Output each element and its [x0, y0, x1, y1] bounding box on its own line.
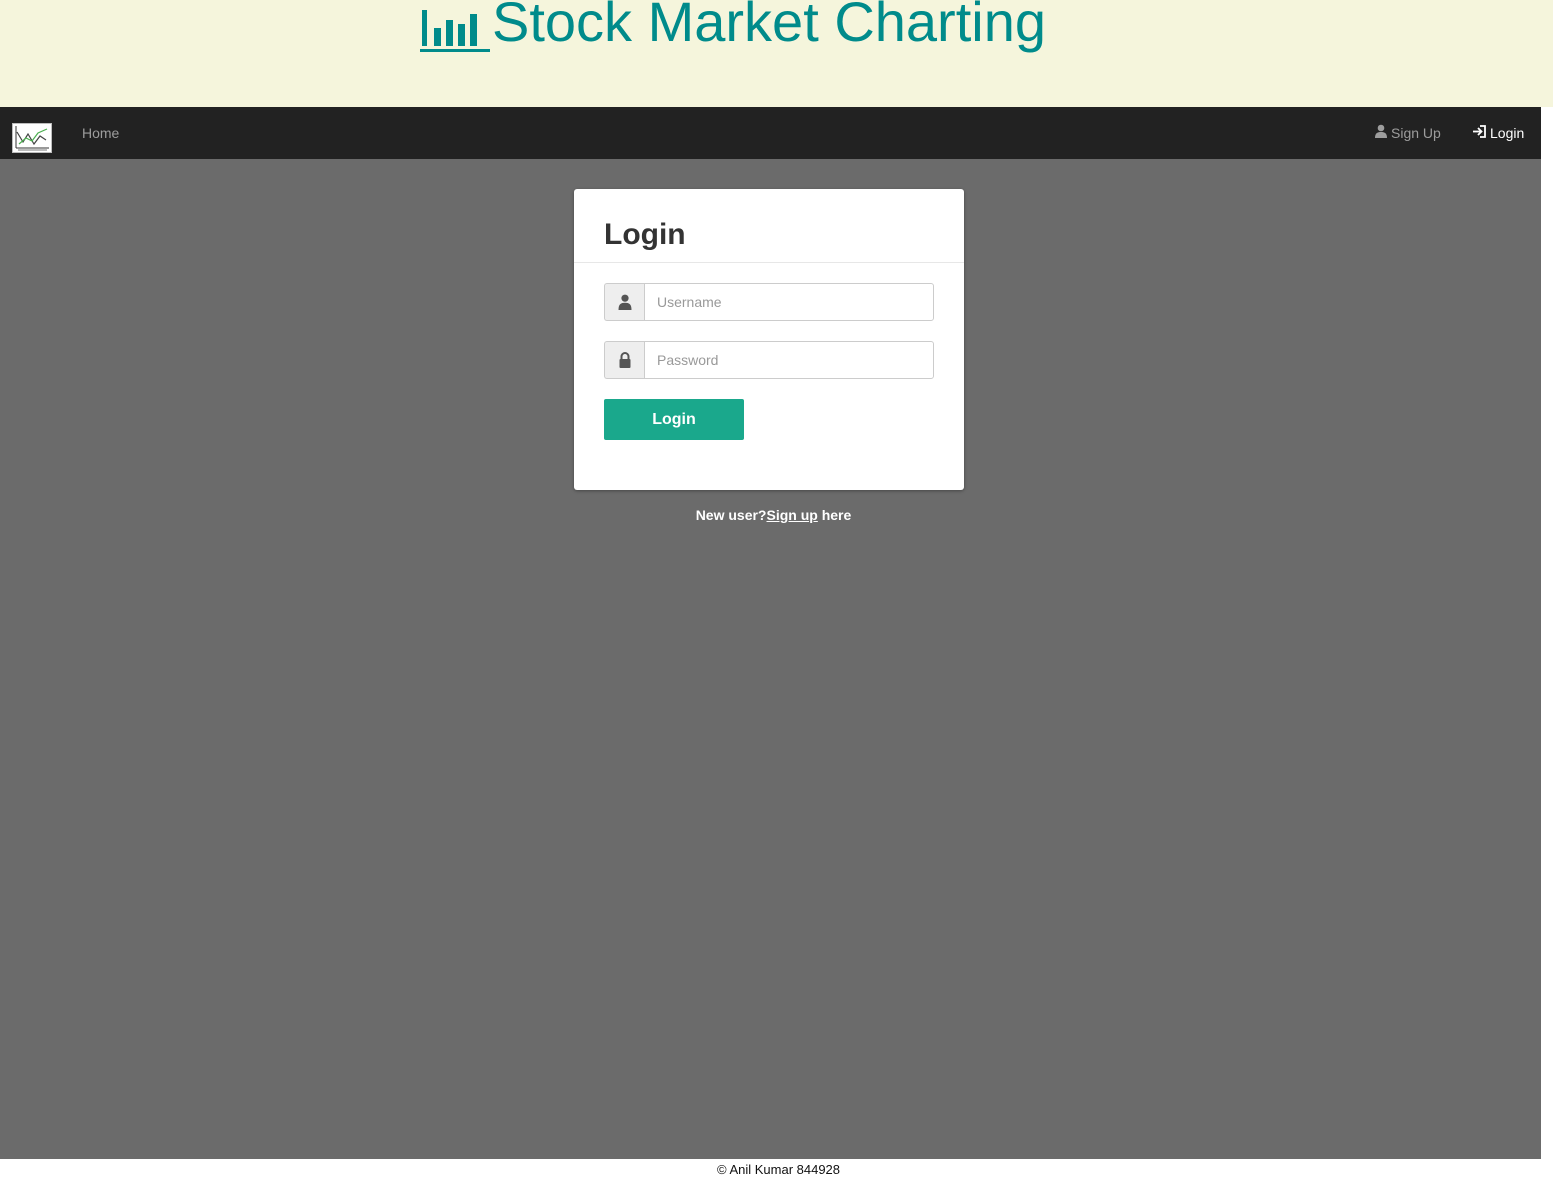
- footer: © Anil Kumar 844928: [0, 1159, 1541, 1187]
- login-card: Login Login: [574, 189, 964, 490]
- nav-login-label: Login: [1490, 125, 1525, 141]
- site-banner: Stock Market Charting: [0, 0, 1553, 107]
- site-title-text: Stock Market Charting: [492, 0, 1046, 53]
- password-group: [604, 341, 934, 379]
- signup-link[interactable]: Sign up: [767, 507, 818, 523]
- nav-login-link[interactable]: Login: [1472, 107, 1524, 159]
- signup-prompt: New user?Sign up here: [0, 507, 1541, 523]
- username-input[interactable]: [644, 283, 934, 321]
- login-title: Login: [604, 218, 686, 251]
- stock-chart-logo-icon[interactable]: [12, 123, 52, 153]
- navbar: Home Sign Up Login: [0, 107, 1541, 159]
- login-submit-button[interactable]: Login: [604, 399, 744, 440]
- footer-copyright: © Anil Kumar 844928: [716, 1162, 841, 1177]
- username-group: [604, 283, 934, 321]
- signup-prompt-suffix: here: [817, 507, 852, 523]
- password-input[interactable]: [644, 341, 934, 379]
- user-icon: [1374, 107, 1388, 159]
- lock-icon: [604, 341, 644, 379]
- bar-chart-icon: [420, 8, 490, 52]
- nav-signup-label: Sign Up: [1391, 125, 1441, 141]
- login-card-header: Login: [574, 189, 964, 263]
- user-icon: [604, 283, 644, 321]
- nav-home-link[interactable]: Home: [82, 107, 119, 159]
- log-in-icon: [1472, 107, 1487, 159]
- site-title: Stock Market Charting: [420, 0, 1046, 52]
- main-content: Login Login New user?Sign up here: [0, 159, 1541, 1159]
- nav-signup-link[interactable]: Sign Up: [1374, 107, 1441, 159]
- signup-prompt-prefix: New user?: [695, 507, 767, 523]
